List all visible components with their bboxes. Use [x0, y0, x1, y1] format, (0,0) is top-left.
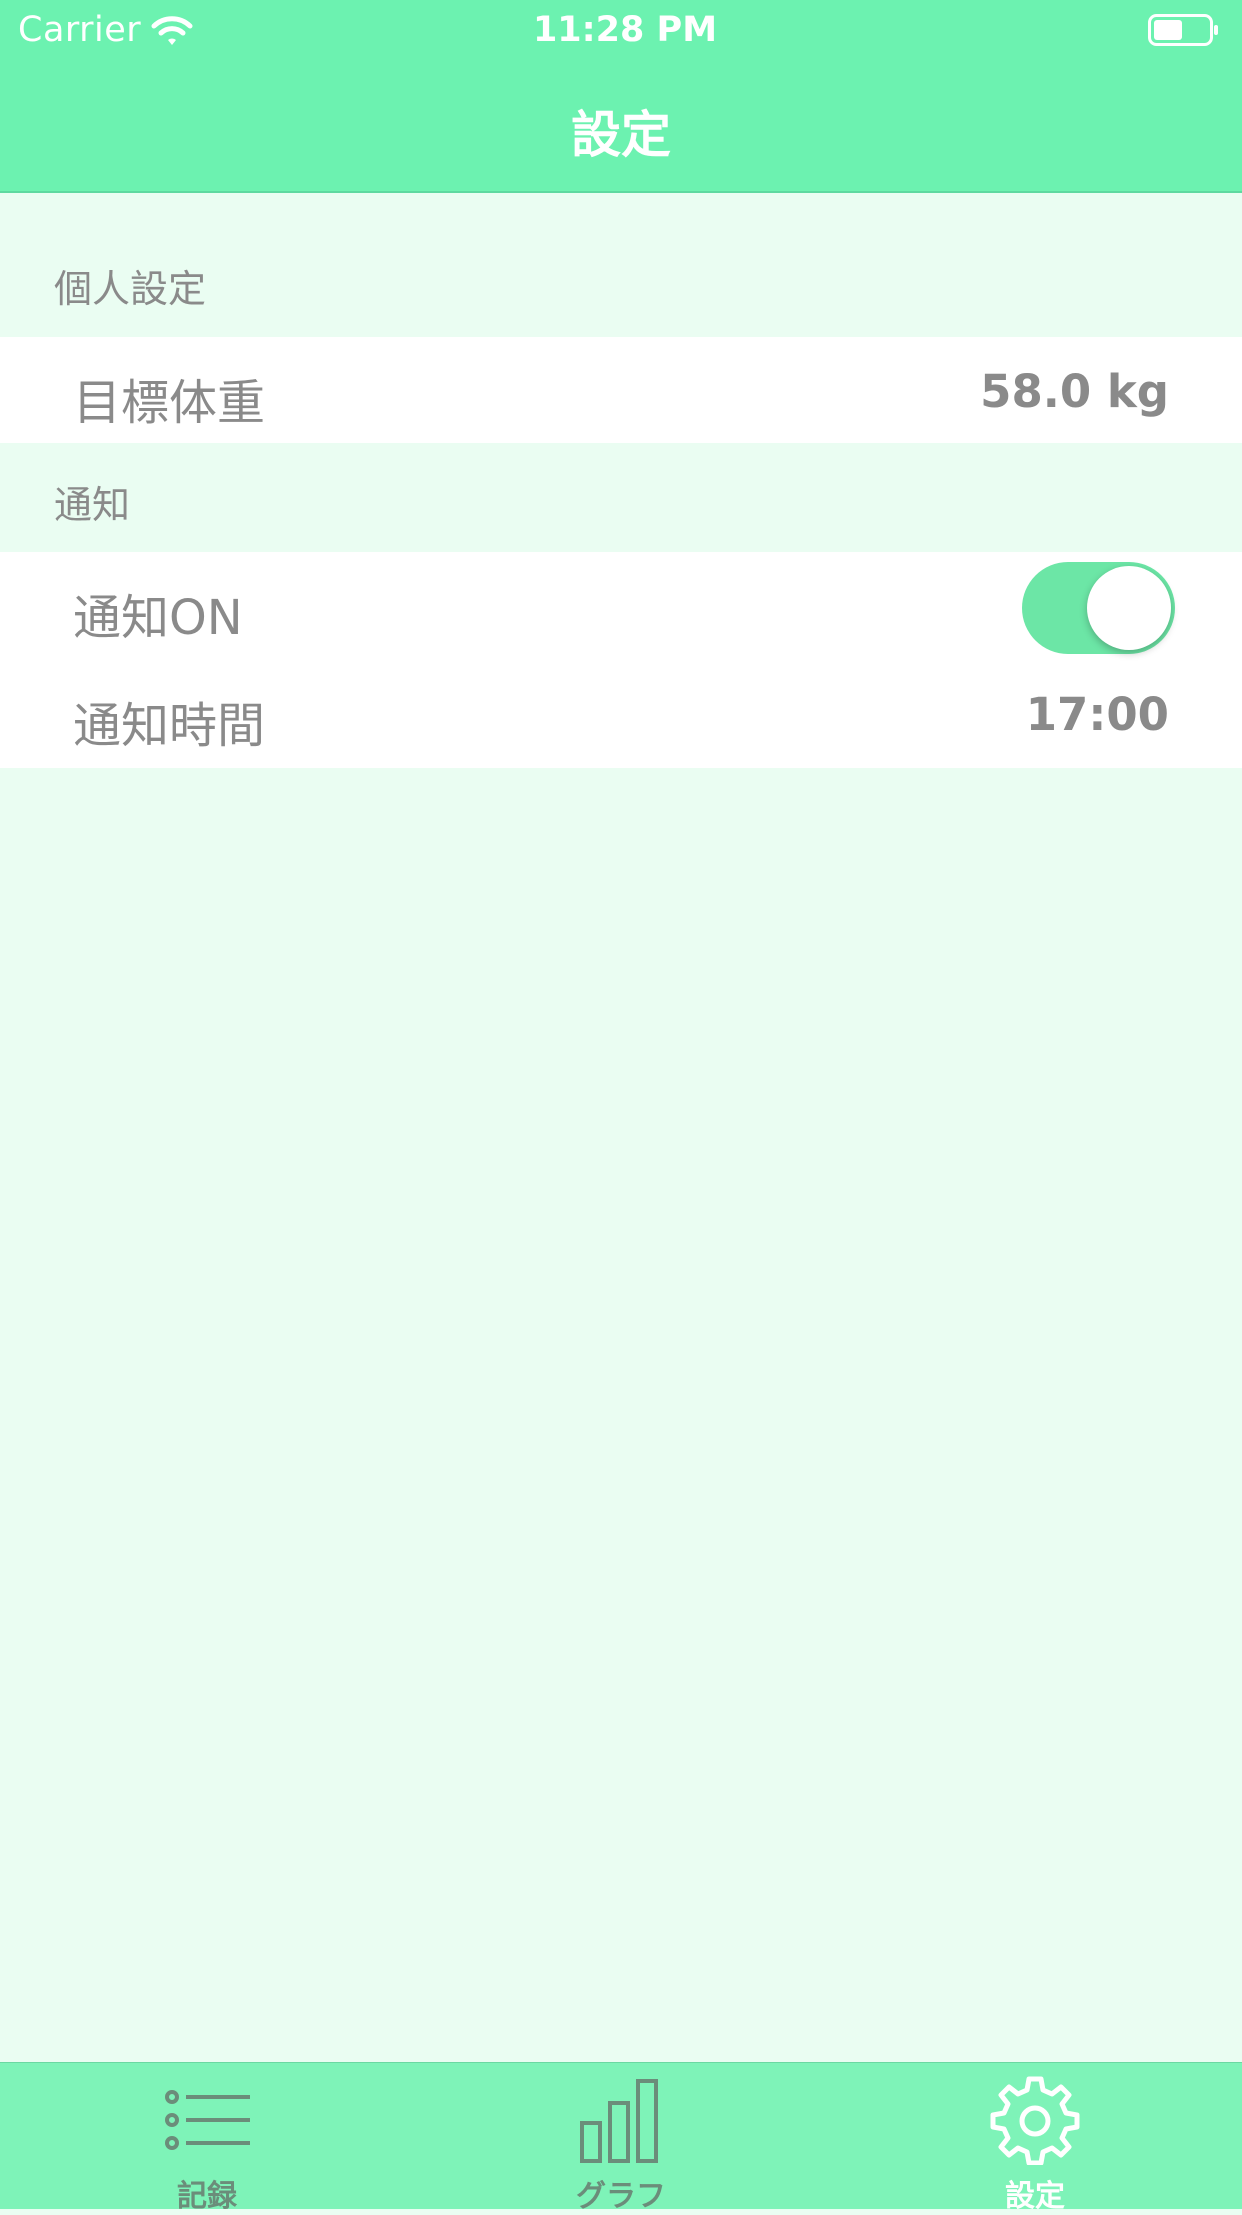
battery-icon [1148, 14, 1218, 46]
page-title: 設定 [571, 106, 671, 164]
navigation-bar: 設定 [0, 60, 1242, 193]
tab-record[interactable]: 記録 [0, 2063, 414, 2214]
tab-settings[interactable]: 設定 [828, 2063, 1242, 2214]
tab-graph-label: グラフ [576, 2179, 666, 2214]
personal-settings-group: 目標体重 58.0 kg [0, 337, 1242, 443]
status-time: 11:28 PM [532, 10, 718, 50]
tab-settings-label: 設定 [1005, 2179, 1065, 2214]
notification-settings-group: 通知ON 通知時間 17:00 [0, 552, 1242, 768]
target-weight-value: 58.0 kg [980, 365, 1169, 418]
section-header-notification: 通知 [54, 483, 131, 527]
notification-time-label: 通知時間 [73, 698, 266, 754]
target-weight-row[interactable]: 目標体重 58.0 kg [0, 337, 1242, 445]
list-icon [165, 2090, 250, 2150]
target-weight-label: 目標体重 [73, 375, 266, 431]
notification-time-row[interactable]: 通知時間 17:00 [0, 660, 1242, 768]
notification-time-value: 17:00 [1025, 688, 1169, 741]
tab-bar: 記録 グラフ 設定 [0, 2062, 1242, 2214]
notification-on-label: 通知ON [73, 590, 243, 646]
toggle-knob [1087, 566, 1171, 650]
tab-record-label: 記録 [177, 2179, 237, 2214]
bar-chart-icon [580, 2079, 658, 2163]
notification-on-row: 通知ON [0, 552, 1242, 660]
tab-graph[interactable]: グラフ [414, 2063, 828, 2214]
notification-toggle[interactable] [1022, 562, 1175, 654]
status-bar: Carrier 11:28 PM [0, 0, 1242, 60]
gear-icon [990, 2076, 1080, 2165]
section-header-personal: 個人設定 [54, 267, 207, 311]
